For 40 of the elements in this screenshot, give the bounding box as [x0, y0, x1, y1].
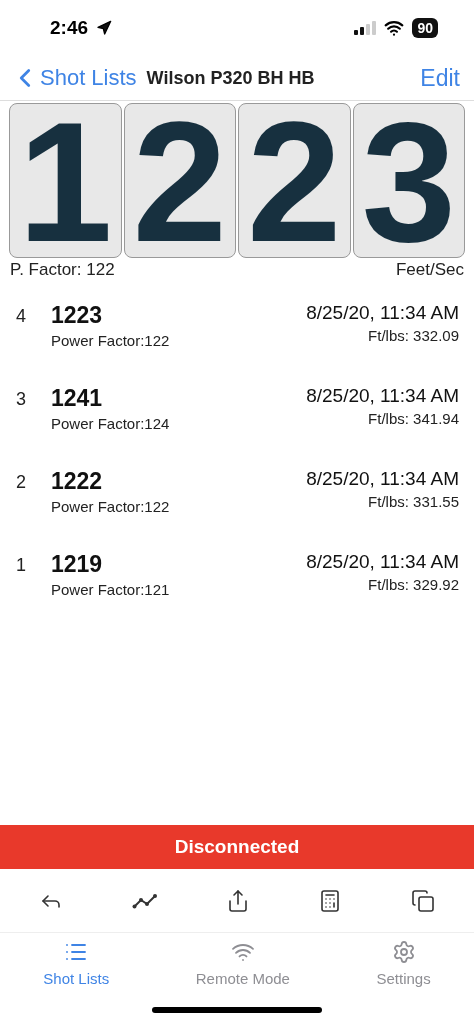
- tab[interactable]: Shot Lists: [37, 939, 116, 1007]
- shot-velocity: 1241: [51, 385, 104, 412]
- shot-power-factor: Power Factor:122: [51, 332, 171, 349]
- shot-energy: Ft/lbs: 331.55: [368, 493, 459, 510]
- shot-velocity: 1219: [51, 551, 104, 578]
- settings-icon: [391, 940, 416, 964]
- digit-tile: 2: [123, 103, 236, 258]
- power-factor-label: P. Factor: 122: [10, 260, 115, 280]
- unit-label: Feet/Sec: [395, 260, 464, 280]
- digit-tile: 1: [9, 103, 122, 258]
- shot-number: 1: [16, 554, 27, 577]
- battery-level: 90: [412, 18, 438, 38]
- shot-energy: Ft/lbs: 329.92: [368, 576, 459, 593]
- status-time: 2:46: [50, 17, 89, 39]
- shot-date: 8/25/20, 11:34 AM: [306, 302, 459, 324]
- shot-energy: Ft/lbs: 332.09: [368, 327, 459, 344]
- list-title: Wilson P320 BH HB: [146, 67, 316, 89]
- tab[interactable]: Remote Mode: [189, 939, 296, 1007]
- shot-power-factor: Power Factor:121: [51, 581, 171, 598]
- back-button[interactable]: Shot Lists: [10, 63, 137, 93]
- shot-number: 2: [16, 471, 27, 494]
- shot-date: 8/25/20, 11:34 AM: [306, 385, 459, 407]
- digit-tile: 2: [238, 103, 351, 258]
- shot-velocity: 1223: [51, 302, 104, 329]
- digit-tile: 3: [352, 103, 465, 258]
- edit-button[interactable]: Edit: [420, 64, 460, 92]
- location-arrow-icon: [96, 20, 113, 36]
- shot-number: 4: [16, 305, 27, 328]
- shot-date: 8/25/20, 11:34 AM: [306, 468, 459, 490]
- copy-icon: [410, 888, 435, 913]
- shot-date: 8/25/20, 11:34 AM: [306, 551, 459, 573]
- wifi-icon: [384, 18, 405, 38]
- tab[interactable]: Settings: [370, 939, 437, 1007]
- shot-power-factor: Power Factor:124: [51, 415, 171, 432]
- shot-energy: Ft/lbs: 341.94: [368, 410, 459, 427]
- connection-banner: Disconnected: [0, 825, 474, 869]
- shot-power-factor: Power Factor:122: [51, 498, 171, 515]
- shot-number: 3: [16, 388, 27, 411]
- signal-icon: [354, 21, 377, 35]
- shot-velocity: 1222: [51, 468, 104, 495]
